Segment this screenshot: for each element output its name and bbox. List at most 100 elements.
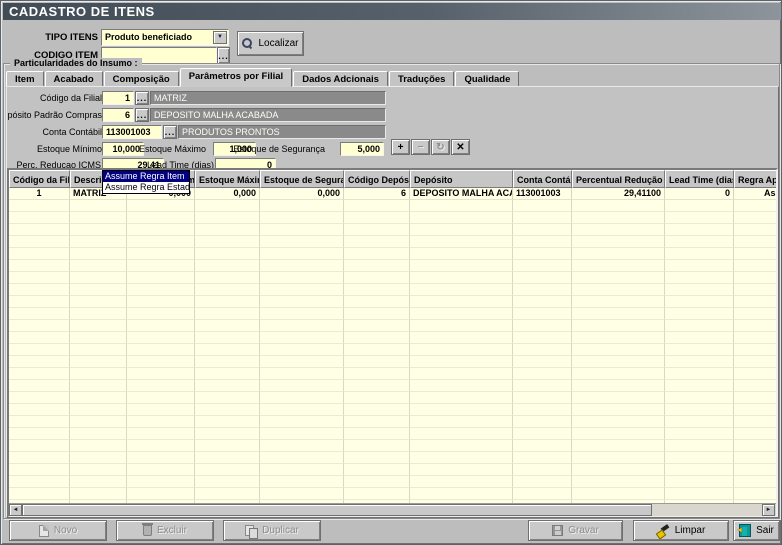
grid-column-header[interactable]: Depósito [410,170,513,188]
app-window: CADASTRO DE ITENS TIPO ITENS Produto ben… [0,0,782,545]
grid-empty-cell [9,356,70,368]
grid-empty-cell [344,332,410,344]
grid-empty-cell [70,284,127,296]
grid-cell[interactable]: 0,000 [195,188,260,200]
grid-empty-cell [260,296,344,308]
grid-cell[interactable]: 29,41100 [572,188,665,200]
trash-icon [143,525,152,536]
grid-empty-cell [572,284,665,296]
excluir-label: Excluir [157,525,187,536]
tipo-itens-dropdown-arrow-icon[interactable]: ▼ [213,31,227,44]
estoque-seguranca-input[interactable]: 5,000 [340,142,384,156]
grid-empty-cell [410,488,513,500]
tab-parâmetros-por-filial[interactable]: Parâmetros por Filial [180,68,293,87]
grid-cell[interactable]: Assume Regra Item [734,188,778,200]
grid-column-header[interactable]: Regra Aplicação [734,170,778,188]
codigo-filial-browse-button[interactable]: ... [135,91,149,105]
grid-cell[interactable]: 0,000 [260,188,344,200]
grid-column-header[interactable]: Percentual Redução Icms [572,170,665,188]
grid-empty-cell [9,236,70,248]
grid-empty-cell [344,380,410,392]
grid-empty-cell [665,344,734,356]
grid-empty-cell [665,488,734,500]
grid-cell[interactable]: DEPOSITO MALHA ACABADA [410,188,513,200]
grid-empty-cell [572,476,665,488]
refresh-record-button[interactable]: ↻ [431,139,450,155]
grid-empty-cell [344,236,410,248]
grid-empty-cell [572,236,665,248]
localizar-button[interactable]: Localizar [237,31,304,56]
grid-empty-cell [572,224,665,236]
tab-composição[interactable]: Composição [104,71,179,87]
tab-qualidade[interactable]: Qualidade [455,71,519,87]
novo-button[interactable]: Novo [9,520,107,541]
conta-contabil-browse-button[interactable]: ... [163,125,177,139]
grid-empty-cell [260,308,344,320]
grid-column-header[interactable]: Lead Time (dias) [665,170,734,188]
delete-record-button[interactable]: − [411,139,430,155]
grid-empty-cell [344,200,410,212]
grid-cell[interactable]: 113001003 [513,188,572,200]
grid-cell[interactable]: 1 [9,188,70,200]
grid-empty-cell [513,200,572,212]
grid-empty-cell [260,464,344,476]
grid-empty-cell [344,356,410,368]
grid-empty-cell [572,320,665,332]
codigo-filial-input[interactable]: 1 [102,91,134,105]
tab-acabado[interactable]: Acabado [45,71,103,87]
clear-brush-icon [657,525,670,537]
grid-empty-cell [260,452,344,464]
cancel-record-button[interactable]: ✕ [451,139,470,155]
grid-empty-cell [9,308,70,320]
grid-column-header[interactable]: Conta Contábil [513,170,572,188]
grid-empty-cell [665,212,734,224]
grid-cell[interactable]: 6 [344,188,410,200]
scrollbar-thumb[interactable] [22,504,652,516]
estoque-minimo-input[interactable]: 10,000 [102,142,144,156]
tab-item[interactable]: Item [6,71,44,87]
grid-column-header[interactable]: Estoque de Segurança [260,170,344,188]
limpar-button[interactable]: Limpar [633,520,729,541]
grid-empty-cell [127,452,195,464]
grid-empty-row [9,224,778,236]
gravar-button[interactable]: Gravar [528,520,623,541]
grid-empty-cell [665,332,734,344]
grid-empty-cell [260,224,344,236]
tab-dados-adcionais[interactable]: Dados Adcionais [293,71,388,87]
duplicar-button[interactable]: Duplicar [223,520,321,541]
grid-empty-cell [70,464,127,476]
grid-empty-row [9,440,778,452]
scroll-left-arrow-icon[interactable]: ◄ [9,504,22,516]
scroll-right-arrow-icon[interactable]: ► [762,504,775,516]
grid-empty-cell [513,428,572,440]
dropdown-option-assume-regra-item[interactable]: Assume Regra Item [103,171,189,182]
grid-empty-cell [260,428,344,440]
grid-empty-cell [9,344,70,356]
excluir-button[interactable]: Excluir [116,520,214,541]
grid-column-header[interactable]: Código Depósito [344,170,410,188]
grid-empty-cell [572,272,665,284]
grid-column-header[interactable]: Estoque Máximo [195,170,260,188]
grid-empty-cell [9,476,70,488]
grid-column-header[interactable]: Código da Filial [9,170,70,188]
dropdown-option-assume-regra-estado[interactable]: Assume Regra Estado [103,182,189,193]
grid-empty-cell [513,416,572,428]
deposito-padrao-browse-button[interactable]: ... [135,108,149,122]
grid-cell[interactable]: 0 [665,188,734,200]
insert-record-button[interactable]: + [391,139,410,155]
grid-empty-row [9,392,778,404]
grid-empty-cell [195,464,260,476]
grid-horizontal-scrollbar[interactable]: ◄ ► [9,503,776,516]
grid-empty-row [9,368,778,380]
grid-empty-cell [665,236,734,248]
grid-empty-cell [513,224,572,236]
tab-traduções[interactable]: Traduções [389,71,455,87]
conta-contabil-input[interactable]: 113001003 [102,125,162,139]
sair-button[interactable]: Sair [733,520,780,541]
codigo-item-browse-button[interactable]: ... [217,47,230,64]
tipo-itens-combobox[interactable]: Produto beneficiado ▼ [101,29,229,46]
parametros-por-filial-panel: Código da Filial 1 ... MATRIZ Depósito P… [6,86,779,518]
deposito-padrao-input[interactable]: 6 [102,108,134,122]
grid-empty-cell [70,476,127,488]
grid-empty-cell [9,404,70,416]
